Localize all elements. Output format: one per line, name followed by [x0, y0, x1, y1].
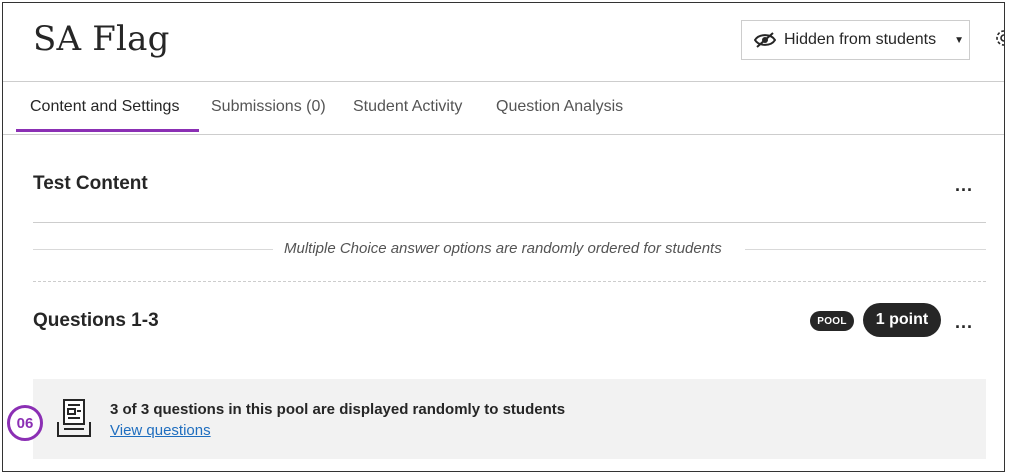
tab-content-and-settings[interactable]: Content and Settings	[30, 98, 179, 116]
test-content-title: Test Content	[33, 173, 148, 194]
assessment-page: SA Flag Hidden from students ▼ Content a…	[2, 2, 1005, 472]
step-number-badge: 06	[7, 405, 43, 441]
pool-description: 3 of 3 questions in this pool are displa…	[110, 401, 566, 418]
question-pool-title: Questions 1-3	[33, 310, 159, 331]
page-title: SA Flag	[33, 19, 170, 59]
caret-down-icon: ▼	[954, 34, 964, 46]
pool-badge: POOL	[810, 311, 854, 331]
points-badge[interactable]: 1 point	[863, 303, 941, 337]
visibility-label: Hidden from students	[784, 31, 937, 48]
question-pool-panel	[33, 379, 986, 459]
tab-question-analysis[interactable]: Question Analysis	[496, 98, 623, 116]
page-header: SA Flag Hidden from students ▼	[3, 3, 1004, 82]
gear-icon[interactable]	[993, 27, 1004, 49]
eye-slash-icon	[753, 32, 777, 48]
active-tab-indicator	[16, 129, 199, 132]
test-content-more-button[interactable]: ...	[955, 175, 973, 196]
visibility-dropdown[interactable]: Hidden from students ▼	[741, 20, 970, 60]
randomize-options-note: Multiple Choice answer options are rando…	[284, 240, 722, 257]
note-divider-right	[745, 249, 986, 250]
note-divider-left	[33, 249, 273, 250]
dashed-divider	[33, 281, 986, 282]
question-pool-more-button[interactable]: ...	[955, 312, 973, 333]
tab-submissions[interactable]: Submissions (0)	[211, 98, 326, 116]
section-divider	[33, 222, 986, 223]
question-pool-icon	[55, 398, 95, 440]
tab-bar: Content and Settings Submissions (0) Stu…	[3, 82, 1004, 135]
view-questions-link[interactable]: View questions	[110, 422, 211, 439]
tab-student-activity[interactable]: Student Activity	[353, 98, 462, 116]
